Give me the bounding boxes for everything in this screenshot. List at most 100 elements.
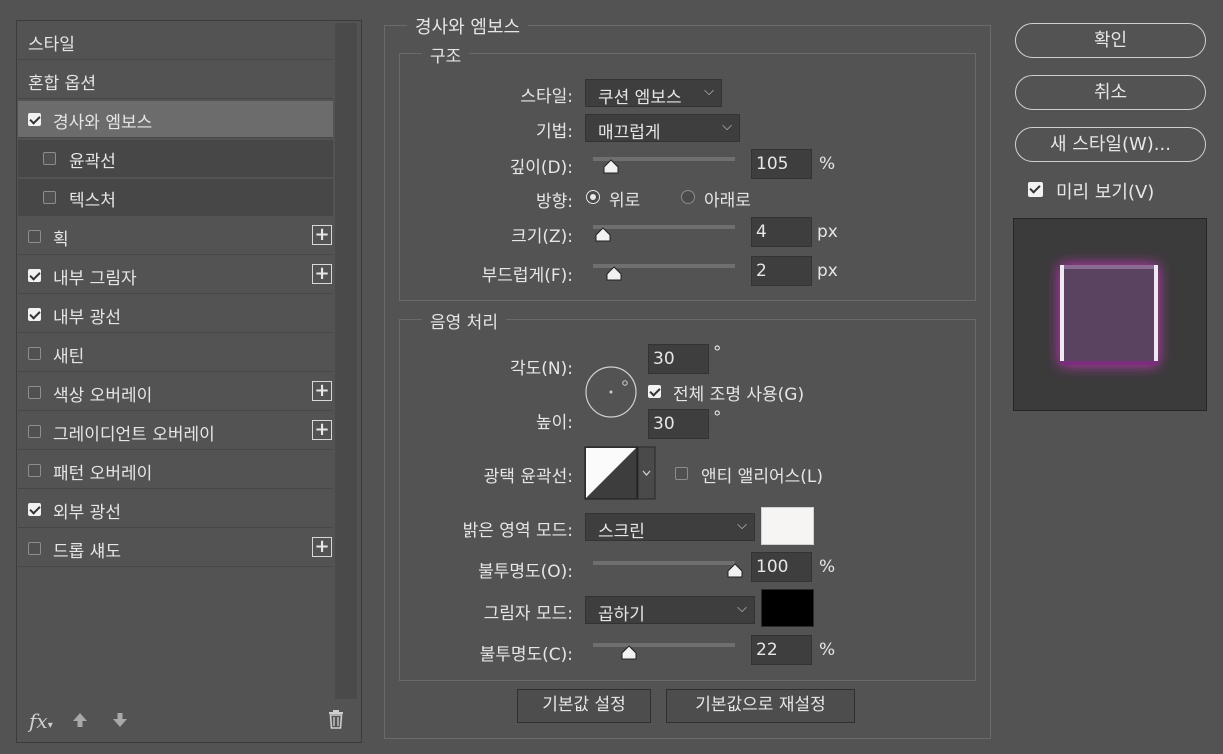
highlight-opacity-input[interactable]: 100 bbox=[751, 552, 812, 582]
fx-item-inner-shadow[interactable]: 내부 그림자 + bbox=[18, 257, 333, 294]
make-default-button[interactable]: 기본값 설정 bbox=[517, 689, 651, 723]
fx-inner-glow-label: 내부 광선 bbox=[53, 308, 121, 328]
stroke-checkbox[interactable] bbox=[28, 230, 41, 243]
fx-menu-icon[interactable]: fx▾ bbox=[29, 709, 53, 733]
fx-item-drop-shadow[interactable]: 드롭 섀도 + bbox=[18, 530, 333, 567]
effects-list-panel: 스타일 혼합 옵션 경사와 엠보스 윤곽선 텍스처 획 + 내부 그림자 + 내… bbox=[16, 20, 362, 743]
add-drop-shadow-plus-icon[interactable]: + bbox=[312, 537, 332, 557]
shadow-opacity-label: 불투명도(C): bbox=[479, 645, 573, 665]
fx-styles-label: 스타일 bbox=[28, 35, 75, 55]
global-light-checkbox[interactable] bbox=[648, 385, 661, 398]
satin-checkbox[interactable] bbox=[28, 347, 41, 360]
shadow-mode-dropdown[interactable]: 곱하기 ⌵ bbox=[585, 596, 755, 625]
contour-checkbox[interactable] bbox=[43, 152, 56, 165]
depth-unit: % bbox=[819, 154, 836, 174]
chevron-down-icon: ⌵ bbox=[737, 518, 747, 533]
technique-dropdown-value: 매끄럽게 bbox=[598, 123, 661, 143]
fx-drop-shadow-label: 드롭 섀도 bbox=[53, 542, 121, 562]
direction-label: 방향: bbox=[535, 192, 573, 212]
add-inner-shadow-plus-icon[interactable]: + bbox=[312, 264, 332, 284]
angle-degree-unit: ° bbox=[713, 343, 722, 363]
fx-item-outer-glow[interactable]: 외부 광선 bbox=[18, 491, 333, 528]
size-input[interactable]: 4 bbox=[751, 217, 812, 247]
outer-glow-checkbox[interactable] bbox=[28, 503, 41, 516]
cancel-button[interactable]: 취소 bbox=[1015, 75, 1206, 110]
highlight-mode-label: 밝은 영역 모드: bbox=[462, 521, 573, 541]
gloss-contour-label: 광택 윤곽선: bbox=[483, 467, 573, 487]
soften-label: 부드럽게(F): bbox=[481, 266, 573, 286]
soften-unit: px bbox=[817, 261, 838, 281]
highlight-color-swatch[interactable] bbox=[761, 507, 814, 545]
angle-input[interactable]: 30 bbox=[648, 344, 709, 374]
trash-icon[interactable] bbox=[327, 709, 345, 734]
pattern-overlay-checkbox[interactable] bbox=[28, 464, 41, 477]
highlight-mode-value: 스크린 bbox=[598, 522, 645, 542]
reset-to-default-button[interactable]: 기본값으로 재설정 bbox=[666, 689, 855, 723]
highlight-opacity-label: 불투명도(O): bbox=[478, 562, 573, 582]
inner-glow-checkbox[interactable] bbox=[28, 308, 41, 321]
fx-item-gradient-overlay[interactable]: 그레이디언트 오버레이 + bbox=[18, 413, 333, 450]
fx-item-stroke[interactable]: 획 + bbox=[18, 218, 333, 255]
technique-label: 기법: bbox=[535, 122, 573, 142]
shadow-opacity-input[interactable]: 22 bbox=[751, 635, 812, 665]
fx-satin-label: 새틴 bbox=[53, 347, 85, 367]
fx-styles-header[interactable]: 스타일 bbox=[18, 23, 333, 60]
shadow-opacity-track[interactable] bbox=[593, 643, 735, 647]
depth-label: 깊이(D): bbox=[509, 158, 573, 178]
texture-checkbox[interactable] bbox=[43, 191, 56, 204]
fx-item-satin[interactable]: 새틴 bbox=[18, 335, 333, 372]
angle-dial[interactable] bbox=[584, 365, 638, 419]
fx-blending-options[interactable]: 혼합 옵션 bbox=[18, 62, 333, 99]
fx-inner-shadow-label: 내부 그림자 bbox=[53, 269, 137, 289]
direction-up-radio[interactable] bbox=[586, 190, 600, 204]
chevron-down-icon: ⌵ bbox=[722, 119, 732, 134]
highlight-opacity-track[interactable] bbox=[593, 561, 735, 565]
color-overlay-checkbox[interactable] bbox=[28, 386, 41, 399]
effects-list-scrollbar[interactable] bbox=[335, 23, 357, 699]
size-slider-track[interactable] bbox=[593, 225, 735, 229]
fx-gradient-overlay-label: 그레이디언트 오버레이 bbox=[53, 425, 215, 445]
add-stroke-plus-icon[interactable]: + bbox=[312, 225, 332, 245]
shadow-color-swatch[interactable] bbox=[761, 589, 814, 627]
style-dropdown-value: 쿠션 엠보스 bbox=[598, 88, 682, 108]
fx-bevel-label: 경사와 엠보스 bbox=[53, 113, 153, 133]
fx-contour-label: 윤곽선 bbox=[69, 152, 116, 172]
fx-color-overlay-label: 색상 오버레이 bbox=[53, 386, 153, 406]
add-color-overlay-plus-icon[interactable]: + bbox=[312, 381, 332, 401]
arrow-up-icon[interactable] bbox=[71, 710, 89, 734]
style-preview-thumbnail bbox=[1013, 218, 1207, 411]
inner-shadow-checkbox[interactable] bbox=[28, 269, 41, 282]
preview-checkbox[interactable] bbox=[1028, 182, 1043, 197]
shadow-mode-value: 곱하기 bbox=[598, 605, 645, 625]
direction-down-radio[interactable] bbox=[681, 190, 695, 204]
fx-item-inner-glow[interactable]: 내부 광선 bbox=[18, 296, 333, 333]
drop-shadow-checkbox[interactable] bbox=[28, 542, 41, 555]
gloss-contour-picker[interactable] bbox=[584, 446, 656, 500]
style-dropdown[interactable]: 쿠션 엠보스 ⌵ bbox=[585, 79, 722, 108]
fx-item-bevel-emboss[interactable]: 경사와 엠보스 bbox=[18, 101, 333, 138]
soften-input[interactable]: 2 bbox=[751, 256, 812, 286]
antialias-label: 앤티 앨리어스(L) bbox=[701, 467, 823, 487]
altitude-label: 높이: bbox=[535, 413, 573, 433]
fx-item-pattern-overlay[interactable]: 패턴 오버레이 bbox=[18, 452, 333, 489]
gradient-overlay-checkbox[interactable] bbox=[28, 425, 41, 438]
bevel-emboss-checkbox[interactable] bbox=[28, 113, 41, 126]
antialias-checkbox[interactable] bbox=[675, 467, 688, 480]
new-style-button[interactable]: 새 스타일(W)... bbox=[1015, 127, 1206, 162]
depth-input[interactable]: 105 bbox=[751, 149, 812, 179]
add-gradient-overlay-plus-icon[interactable]: + bbox=[312, 420, 332, 440]
fx-item-texture[interactable]: 텍스처 bbox=[18, 179, 333, 216]
direction-up-label: 위로 bbox=[609, 191, 641, 211]
arrow-down-icon[interactable] bbox=[111, 710, 129, 734]
ok-button[interactable]: 확인 bbox=[1015, 23, 1206, 58]
chevron-down-icon: ⌵ bbox=[704, 84, 714, 99]
fx-blending-label: 혼합 옵션 bbox=[28, 74, 96, 94]
bevel-emboss-title: 경사와 엠보스 bbox=[407, 13, 529, 39]
highlight-mode-dropdown[interactable]: 스크린 ⌵ bbox=[585, 513, 755, 542]
direction-down-label: 아래로 bbox=[704, 191, 751, 211]
shadow-mode-label: 그림자 모드: bbox=[483, 604, 573, 624]
technique-dropdown[interactable]: 매끄럽게 ⌵ bbox=[585, 114, 740, 143]
fx-item-contour[interactable]: 윤곽선 bbox=[18, 140, 333, 177]
fx-item-color-overlay[interactable]: 색상 오버레이 + bbox=[18, 374, 333, 411]
altitude-input[interactable]: 30 bbox=[648, 409, 709, 439]
